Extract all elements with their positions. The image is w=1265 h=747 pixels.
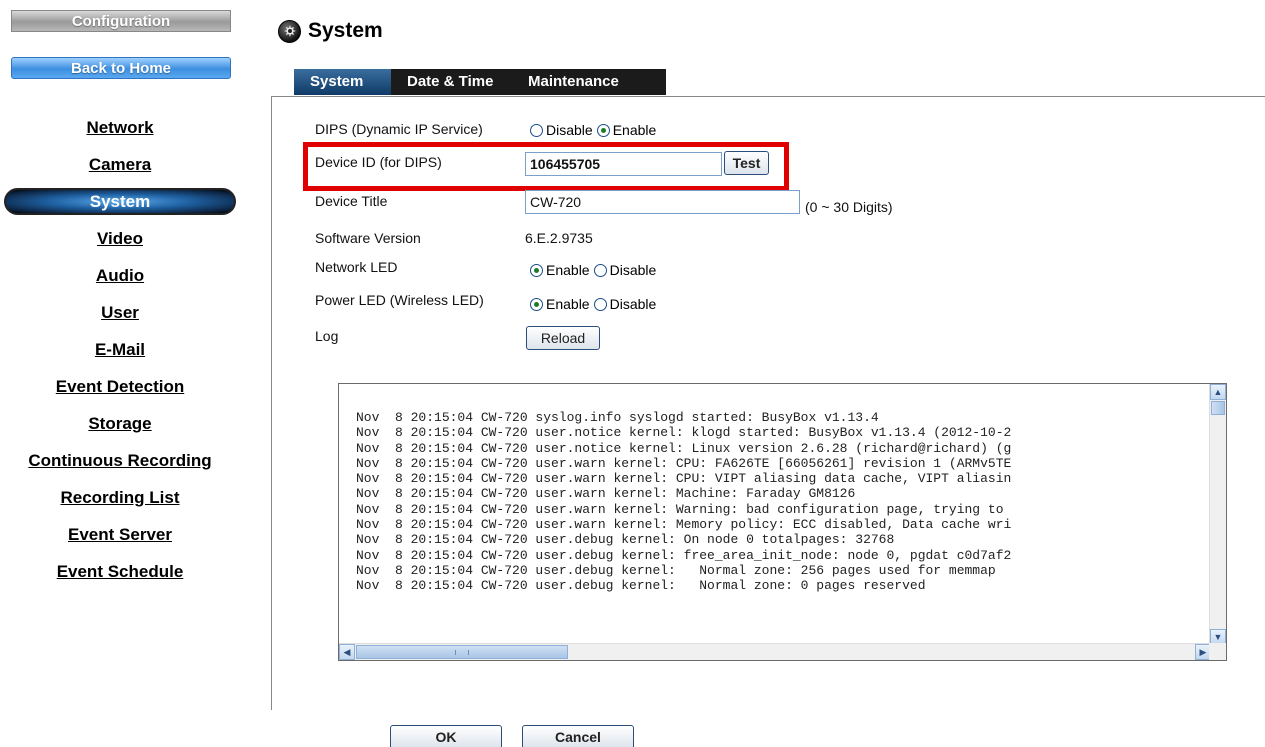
sidebar-item-event-schedule: Event Schedule [0, 553, 240, 590]
scrollbar-corner [1209, 643, 1226, 660]
sidebar-link-system[interactable]: System [90, 192, 150, 212]
sidebar-link-video[interactable]: Video [97, 229, 143, 249]
log-line: Nov 8 20:15:04 CW-720 user.debug kernel:… [356, 562, 996, 578]
device-title-hint: (0 ~ 30 Digits) [805, 199, 893, 215]
highlight-annotation [303, 142, 789, 191]
sidebar-item-email: E-Mail [0, 331, 240, 368]
log-line: Nov 8 20:15:04 CW-720 syslog.info syslog… [356, 410, 879, 425]
dips-enable-label: Enable [612, 122, 657, 138]
sidebar-item-event-server: Event Server [0, 516, 240, 553]
sidebar-active-pill[interactable]: System [4, 188, 236, 215]
network-led-disable-label: Disable [609, 262, 657, 278]
log-line: Nov 8 20:15:04 CW-720 user.debug kernel:… [356, 578, 926, 594]
power-led-radio-group: Enable Disable [530, 296, 660, 312]
dips-label: DIPS (Dynamic IP Service) [315, 121, 483, 137]
log-line: Nov 8 20:15:04 CW-720 user.warn kernel: … [356, 501, 1004, 517]
horizontal-scroll-thumb[interactable] [356, 645, 568, 659]
power-led-disable-radio[interactable] [593, 297, 607, 311]
sidebar-item-continuous-recording: Continuous Recording [0, 442, 240, 479]
scroll-grip-icon [455, 650, 469, 655]
dips-enable-radio[interactable] [596, 123, 610, 137]
dips-disable-radio[interactable] [530, 123, 543, 137]
network-led-radio-group: Enable Disable [530, 262, 660, 278]
sidebar-item-camera: Camera [0, 146, 240, 183]
network-led-label: Network LED [315, 259, 398, 275]
scroll-up-icon[interactable]: ▲ [1210, 384, 1226, 400]
network-led-disable-radio[interactable] [593, 263, 607, 277]
sidebar-link-event-schedule[interactable]: Event Schedule [57, 562, 184, 582]
page-title: System [308, 19, 383, 42]
sidebar-link-recording-list[interactable]: Recording List [60, 488, 179, 508]
sidebar-link-network[interactable]: Network [86, 118, 153, 138]
sidebar: Configuration Back to Home Network Camer… [0, 0, 240, 747]
reload-button[interactable]: Reload [526, 326, 600, 350]
sidebar-item-audio: Audio [0, 257, 240, 294]
sidebar-item-event-detection: Event Detection [0, 368, 240, 405]
power-led-enable-label: Enable [546, 296, 590, 312]
vertical-scroll-thumb[interactable] [1211, 401, 1225, 415]
power-led-disable-label: Disable [609, 296, 657, 312]
sidebar-link-audio[interactable]: Audio [96, 266, 144, 286]
log-content: Nov 8 20:15:04 CW-720 syslog.info syslog… [356, 410, 1206, 594]
cancel-button[interactable]: Cancel [522, 725, 634, 747]
network-led-enable-radio[interactable] [530, 263, 543, 277]
scroll-left-icon[interactable]: ◀ [339, 644, 355, 660]
device-title-input[interactable] [525, 190, 800, 214]
tab-date-time[interactable]: Date & Time [391, 69, 512, 95]
sidebar-link-storage[interactable]: Storage [88, 414, 151, 434]
log-label: Log [315, 328, 339, 344]
dips-disable-label: Disable [546, 122, 593, 138]
log-line: Nov 8 20:15:04 CW-720 user.debug kernel:… [356, 547, 1012, 563]
sidebar-item-network: Network [0, 109, 240, 146]
log-textarea[interactable]: Nov 8 20:15:04 CW-720 syslog.info syslog… [338, 383, 1227, 661]
ok-button[interactable]: OK [390, 725, 502, 747]
software-version-label: Software Version [315, 230, 421, 246]
tab-maintenance[interactable]: Maintenance [512, 69, 666, 95]
power-led-label: Power LED (Wireless LED) [315, 292, 484, 308]
tab-system[interactable]: System [294, 69, 391, 95]
log-line: Nov 8 20:15:04 CW-720 user.warn kernel: … [356, 517, 1012, 533]
sidebar-item-system: System [0, 183, 240, 220]
log-line: Nov 8 20:15:04 CW-720 user.warn kernel: … [356, 455, 1012, 471]
sidebar-link-camera[interactable]: Camera [89, 155, 151, 175]
vertical-scrollbar[interactable]: ▲ ▼ [1209, 384, 1226, 645]
dips-radio-group: Disable Enable [530, 122, 660, 138]
sidebar-link-email[interactable]: E-Mail [95, 340, 145, 360]
sidebar-link-event-server[interactable]: Event Server [68, 525, 172, 545]
tab-bar: System Date & Time Maintenance [294, 69, 666, 95]
page-header: System [278, 16, 383, 46]
log-line: Nov 8 20:15:04 CW-720 user.warn kernel: … [356, 471, 1012, 487]
power-led-enable-radio[interactable] [530, 297, 543, 311]
sidebar-item-storage: Storage [0, 405, 240, 442]
device-title-label: Device Title [315, 193, 388, 209]
sidebar-menu: Network Camera System Video Audio User E… [0, 109, 240, 590]
sidebar-link-user[interactable]: User [101, 303, 139, 323]
back-to-home-button[interactable]: Back to Home [11, 57, 231, 79]
software-version-value: 6.E.2.9735 [525, 230, 593, 246]
sidebar-link-continuous-recording[interactable]: Continuous Recording [28, 451, 211, 471]
network-led-enable-label: Enable [546, 262, 590, 278]
sidebar-item-recording-list: Recording List [0, 479, 240, 516]
horizontal-scrollbar[interactable]: ◀ ▶ [339, 643, 1211, 660]
sidebar-link-event-detection[interactable]: Event Detection [56, 377, 184, 397]
system-icon [278, 19, 301, 43]
log-line: Nov 8 20:15:04 CW-720 user.notice kernel… [356, 440, 1012, 456]
sidebar-item-video: Video [0, 220, 240, 257]
configuration-button[interactable]: Configuration [11, 10, 231, 32]
sidebar-item-user: User [0, 294, 240, 331]
log-line: Nov 8 20:15:04 CW-720 user.warn kernel: … [356, 486, 856, 502]
log-line: Nov 8 20:15:04 CW-720 user.notice kernel… [356, 425, 1012, 441]
log-line: Nov 8 20:15:04 CW-720 user.debug kernel:… [356, 532, 895, 548]
